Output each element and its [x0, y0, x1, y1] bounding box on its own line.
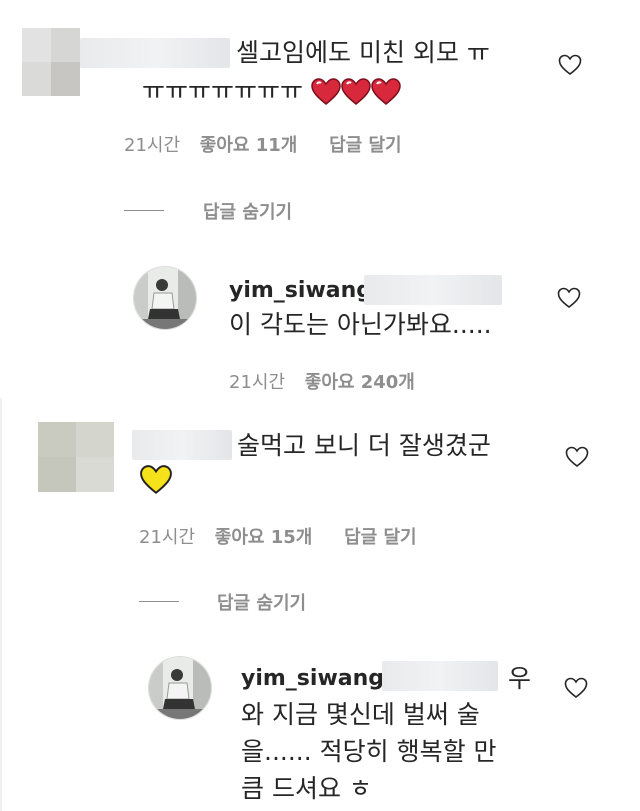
reply-text: 큼 드셔요 ㅎ [241, 774, 372, 803]
reply-username[interactable]: yim_siwang [229, 278, 372, 303]
likes-count[interactable]: 좋아요 240개 [305, 372, 415, 393]
like-heart-icon[interactable] [558, 54, 582, 76]
reply-text: 을...... 적당히 행복할 만 [241, 737, 497, 766]
like-heart-icon[interactable] [565, 446, 589, 468]
comment-meta: 21시간 좋아요 11개 답글 달기 [124, 131, 402, 157]
comment-time: 21시간 [139, 527, 196, 548]
hide-replies-button[interactable]: 답글 숨기기 [217, 589, 306, 615]
comment-text-line2: ㅠㅠㅠㅠㅠㅠㅠ [142, 76, 304, 105]
comment-text: ㅠㅠㅠㅠㅠㅠㅠ [142, 72, 401, 110]
reply-username[interactable]: yim_siwang [241, 666, 384, 691]
heart-red-icon [371, 78, 401, 106]
replies-line [139, 601, 179, 602]
avatar[interactable] [148, 656, 212, 720]
likes-count[interactable]: 좋아요 11개 [200, 135, 298, 156]
hide-replies-label: 답글 숨기기 [203, 202, 293, 223]
comment-meta: 21시간 좋아요 15개 답글 달기 [139, 523, 417, 549]
heart-red-icon [311, 78, 341, 106]
avatar[interactable] [133, 266, 197, 330]
reply-button[interactable]: 답글 달기 [344, 527, 417, 548]
reply-meta: 21시간 좋아요 240개 [229, 368, 415, 394]
username-redacted[interactable] [80, 38, 230, 68]
hide-replies-label: 답글 숨기기 [217, 593, 307, 614]
avatar[interactable] [22, 28, 80, 96]
username-redacted[interactable] [132, 430, 232, 460]
heart-yellow-icon [140, 465, 172, 499]
thread-divider [0, 398, 12, 811]
reply-button[interactable]: 답글 달기 [329, 135, 402, 156]
reply-text: 우 [508, 664, 532, 693]
comment-text: 술먹고 보니 더 잘생겼군 [237, 431, 491, 460]
comment-time: 21시간 [124, 135, 181, 156]
like-heart-icon[interactable] [557, 287, 581, 309]
username-redacted [364, 275, 502, 305]
avatar[interactable] [38, 422, 114, 492]
like-heart-icon[interactable] [564, 677, 588, 699]
replies-line [124, 210, 164, 211]
reply-time: 21시간 [229, 372, 286, 393]
comment-text: 셀고임에도 미친 외모 ㅠ [236, 38, 490, 67]
reply-text: 와 지금 몇신데 벌써 술 [241, 700, 480, 729]
heart-red-icon [341, 78, 371, 106]
likes-count[interactable]: 좋아요 15개 [215, 527, 313, 548]
hide-replies-button[interactable]: 답글 숨기기 [203, 198, 292, 224]
reply-text: 이 각도는 아닌가봐요..... [229, 310, 492, 339]
username-redacted [382, 661, 498, 691]
